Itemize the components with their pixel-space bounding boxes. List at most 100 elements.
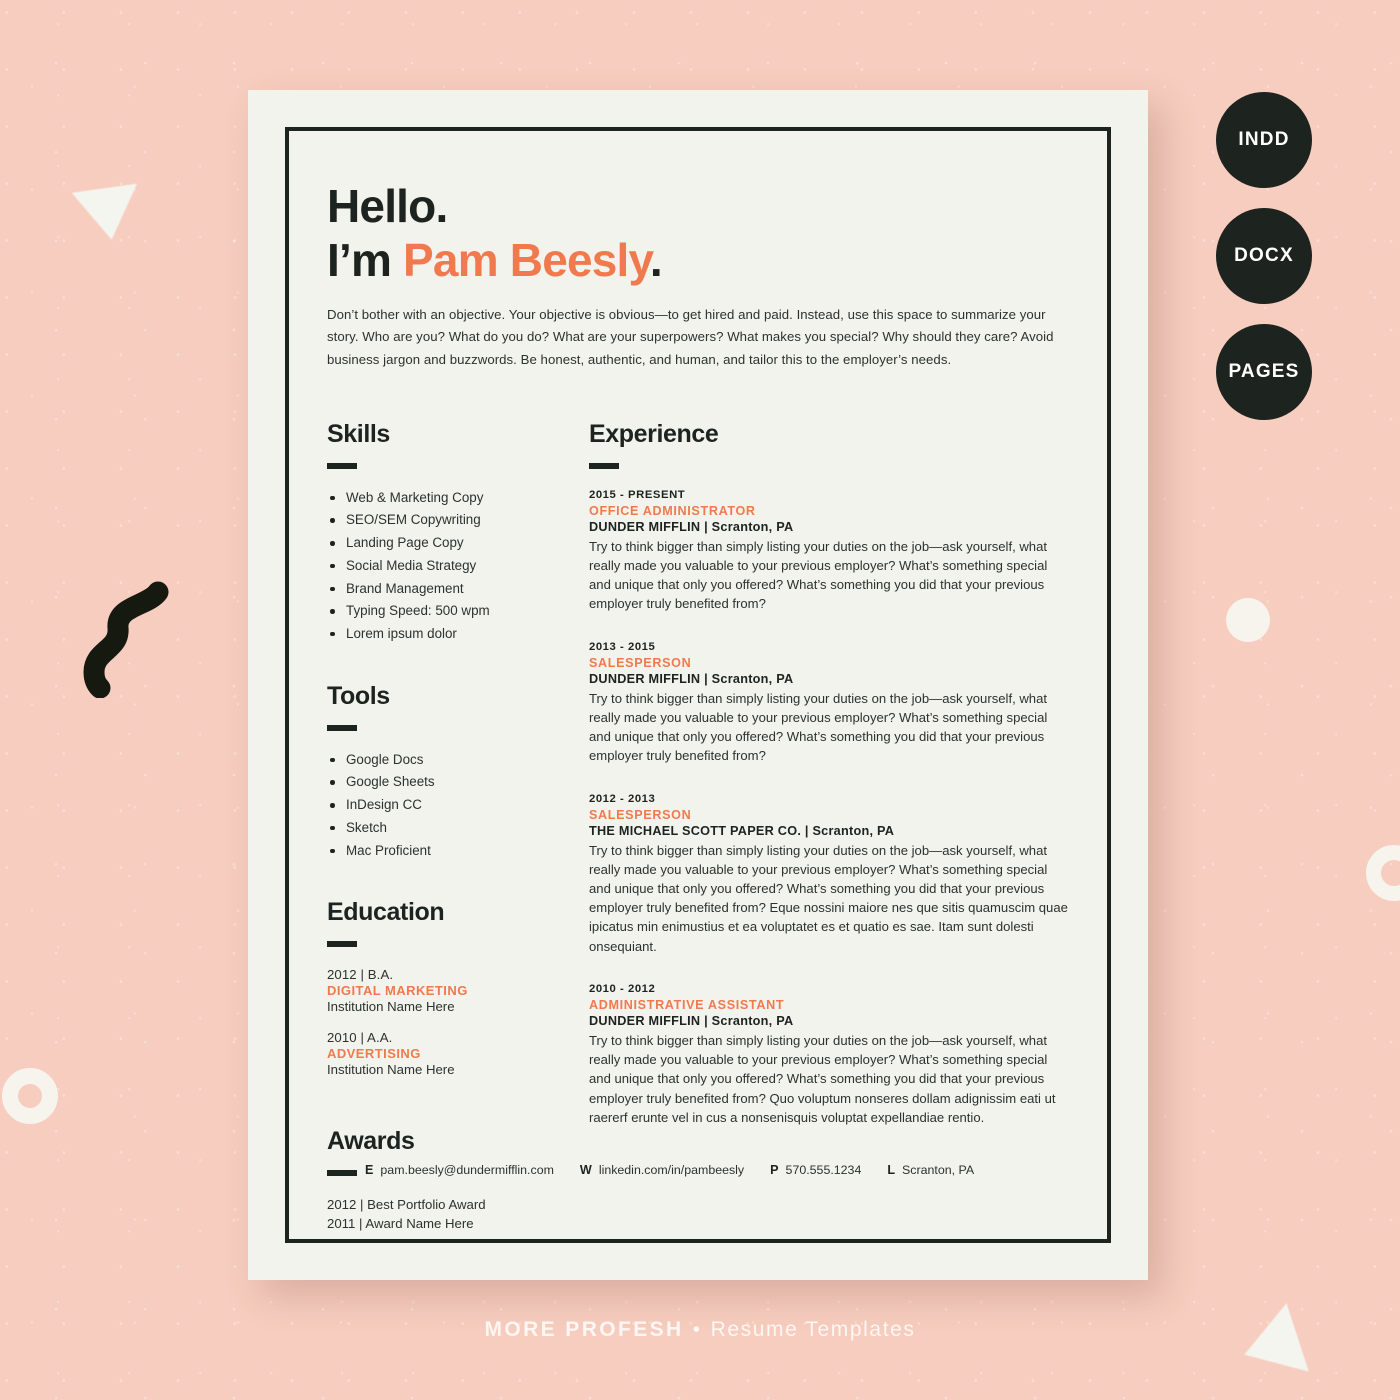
education-field: ADVERTISING	[327, 1046, 421, 1062]
resume-page: Hello. I’m Pam Beesly. Don’t bother with…	[248, 90, 1148, 1280]
job-title: SALESPERSON	[589, 807, 692, 822]
dot-decoration-right	[1226, 598, 1270, 642]
badge-indd[interactable]: INDD	[1216, 92, 1312, 188]
experience-entry: 2015 - PRESENT OFFICE ADMINISTRATOR DUND…	[589, 489, 1069, 614]
list-item: Google Docs	[327, 751, 585, 769]
contact-website-label: W	[579, 1163, 592, 1177]
greeting-heading: Hello.	[327, 180, 448, 232]
job-company: THE MICHAEL SCOTT PAPER CO. | Scranton, …	[589, 823, 895, 838]
contact-website-value: linkedin.com/in/pambeesly	[598, 1163, 745, 1177]
list-item: Google Sheets	[327, 773, 585, 791]
list-item: Landing Page Copy	[327, 534, 585, 552]
section-education: Education 2012 | B.A. DIGITAL MARKETING …	[327, 898, 585, 1077]
award-entry: 2012 | Best Portfolio Award	[327, 1197, 486, 1213]
education-entry: 2012 | B.A. DIGITAL MARKETING Institutio…	[327, 967, 585, 1014]
education-rule	[327, 941, 357, 948]
job-dates: 2010 - 2012	[589, 982, 656, 995]
list-item: Sketch	[327, 819, 585, 837]
badge-docx-label: DOCX	[1234, 245, 1294, 266]
job-description: Try to think bigger than simply listing …	[589, 1032, 1056, 1125]
triangle-decoration-bottom-right	[1233, 1303, 1309, 1389]
contact-bar: E pam.beesly@dundermifflin.com W linkedi…	[365, 1163, 1000, 1177]
tools-list: Google Docs Google Sheets InDesign CC Sk…	[327, 751, 585, 860]
contact-location: L Scranton, PA	[887, 1163, 974, 1177]
experience-entry: 2010 - 2012 ADMINISTRATIVE ASSISTANT DUN…	[589, 983, 1069, 1127]
watermark-separator: •	[692, 1318, 702, 1341]
job-company: DUNDER MIFFLIN | Scranton, PA	[589, 671, 794, 686]
section-experience: Experience 2015 - PRESENT OFFICE ADMINIS…	[589, 420, 1069, 1127]
education-entry: 2010 | A.A. ADVERTISING Institution Name…	[327, 1030, 585, 1077]
education-field: DIGITAL MARKETING	[327, 983, 468, 999]
list-item: Social Media Strategy	[327, 557, 585, 575]
contact-location-label: L	[887, 1163, 896, 1177]
contact-email-label: E	[365, 1163, 374, 1177]
name-heading: I’m Pam Beesly.	[327, 233, 1069, 287]
section-tools: Tools Google Docs Google Sheets InDesign…	[327, 682, 585, 860]
format-badge-group: INDD DOCX PAGES	[1216, 92, 1396, 440]
list-item: SEO/SEM Copywriting	[327, 511, 585, 529]
ring-decoration-right	[1366, 845, 1400, 901]
skills-rule	[327, 462, 357, 469]
education-meta: 2010 | A.A.	[327, 1030, 393, 1046]
awards-heading: Awards	[327, 1127, 415, 1156]
watermark: MORE PROFESH • Resume Templates	[0, 1318, 1400, 1342]
section-skills: Skills Web & Marketing Copy SEO/SEM Copy…	[327, 420, 585, 644]
contact-email[interactable]: E pam.beesly@dundermifflin.com	[365, 1163, 554, 1177]
job-dates: 2012 - 2013	[589, 792, 656, 805]
resume-border-frame: Hello. I’m Pam Beesly. Don’t bother with…	[285, 127, 1111, 1243]
contact-website[interactable]: W linkedin.com/in/pambeesly	[580, 1163, 744, 1177]
awards-rule	[327, 1170, 357, 1177]
resume-left-column: Skills Web & Marketing Copy SEO/SEM Copy…	[327, 420, 585, 1234]
contact-phone[interactable]: P 570.555.1234	[770, 1163, 861, 1177]
resume-content: Hello. I’m Pam Beesly. Don’t bother with…	[327, 179, 1069, 1231]
watermark-brand: MORE PROFESH	[484, 1318, 684, 1341]
squiggle-decoration	[72, 576, 182, 699]
job-dates: 2013 - 2015	[589, 640, 656, 653]
badge-indd-label: INDD	[1238, 129, 1290, 150]
job-description: Try to think bigger than simply listing …	[589, 538, 1048, 612]
job-description: Try to think bigger than simply listing …	[589, 842, 1068, 954]
award-entry: 2011 | Award Name Here	[327, 1216, 474, 1231]
skills-heading: Skills	[327, 419, 390, 448]
badge-docx[interactable]: DOCX	[1216, 208, 1312, 304]
list-item: Lorem ipsum dolor	[327, 625, 585, 643]
education-meta: 2012 | B.A.	[327, 967, 394, 983]
list-item: Web & Marketing Copy	[327, 489, 585, 507]
experience-heading: Experience	[589, 419, 719, 448]
job-title: SALESPERSON	[589, 655, 692, 670]
experience-entry: 2013 - 2015 SALESPERSON DUNDER MIFFLIN |…	[589, 641, 1069, 766]
candidate-name: Pam Beesly	[403, 234, 651, 287]
watermark-tagline: Resume Templates	[710, 1318, 916, 1341]
education-institution: Institution Name Here	[327, 999, 455, 1015]
education-heading: Education	[327, 898, 445, 927]
resume-right-column: Experience 2015 - PRESENT OFFICE ADMINIS…	[585, 420, 1069, 1234]
ring-decoration-left	[2, 1068, 58, 1124]
contact-phone-label: P	[770, 1163, 779, 1177]
contact-phone-value: 570.555.1234	[785, 1163, 862, 1177]
job-company: DUNDER MIFFLIN | Scranton, PA	[589, 519, 794, 534]
contact-location-value: Scranton, PA	[902, 1163, 975, 1177]
section-awards: Awards 2012 | Best Portfolio Award 2011 …	[327, 1127, 585, 1233]
contact-email-value: pam.beesly@dundermifflin.com	[380, 1163, 554, 1177]
list-item: InDesign CC	[327, 796, 585, 814]
job-title: OFFICE ADMINISTRATOR	[589, 503, 756, 518]
job-description: Try to think bigger than simply listing …	[589, 690, 1048, 764]
name-suffix: .	[649, 234, 663, 287]
experience-entry: 2012 - 2013 SALESPERSON THE MICHAEL SCOT…	[589, 793, 1069, 956]
job-dates: 2015 - PRESENT	[589, 488, 686, 501]
job-title: ADMINISTRATIVE ASSISTANT	[589, 997, 785, 1012]
experience-rule	[589, 462, 619, 469]
poster-canvas: INDD DOCX PAGES Hello. I’m Pam Beesly. D…	[0, 0, 1400, 1400]
intro-paragraph: Don’t bother with an objective. Your obj…	[327, 306, 1054, 367]
list-item: Mac Proficient	[327, 842, 585, 860]
tools-heading: Tools	[327, 681, 390, 710]
badge-pages[interactable]: PAGES	[1216, 324, 1312, 420]
resume-columns: Skills Web & Marketing Copy SEO/SEM Copy…	[327, 420, 1069, 1234]
education-institution: Institution Name Here	[327, 1062, 455, 1078]
list-item: Brand Management	[327, 580, 585, 598]
skills-list: Web & Marketing Copy SEO/SEM Copywriting…	[327, 489, 585, 644]
list-item: Typing Speed: 500 wpm	[327, 602, 585, 620]
